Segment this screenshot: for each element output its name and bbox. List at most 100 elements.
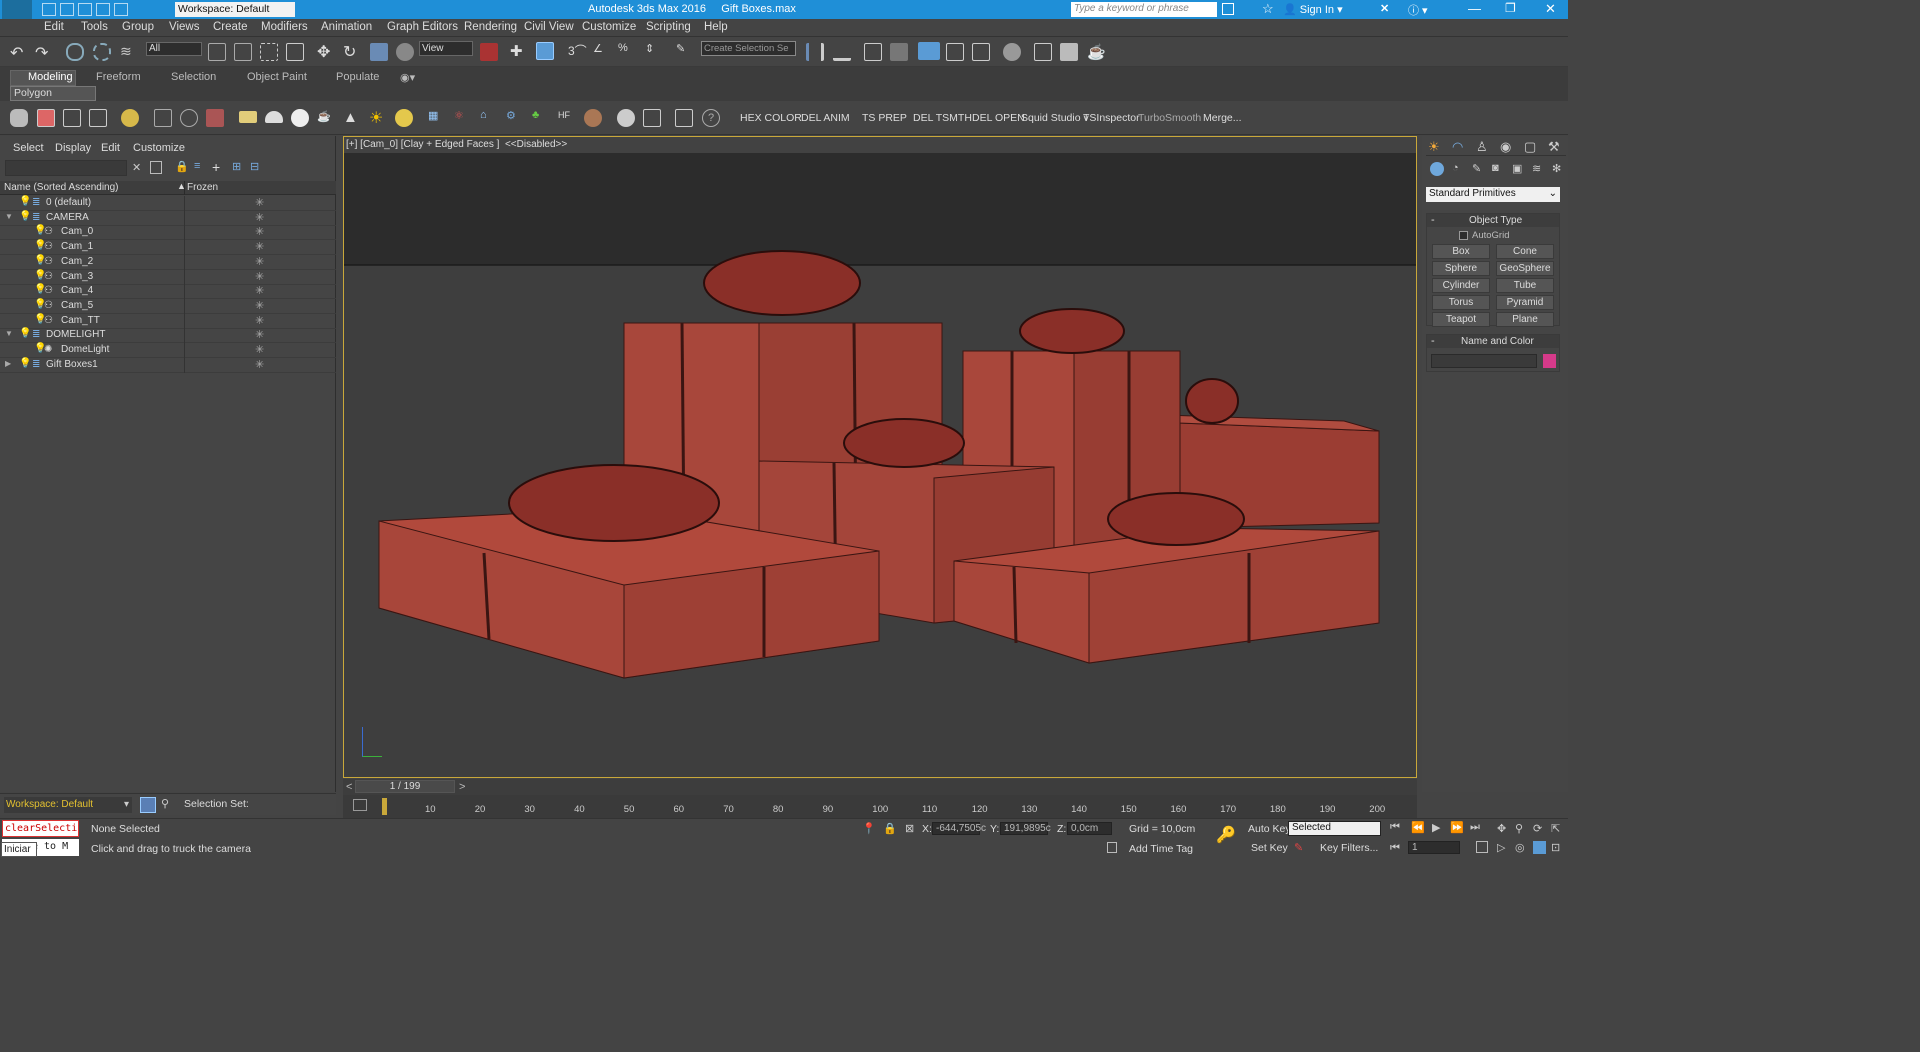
help-circle-icon[interactable]: ? — [702, 109, 720, 127]
layer-explorer-icon[interactable] — [864, 43, 882, 61]
frozen-toggle-icon[interactable]: ✳ — [255, 358, 264, 371]
primitive-cone-button[interactable]: Cone — [1496, 244, 1554, 259]
category-dropdown[interactable]: Standard Primitives ⌄ — [1426, 187, 1560, 202]
maximize-viewport-icon[interactable]: ⊡ — [1551, 841, 1560, 854]
prev-key-icon[interactable]: ⏪ — [1411, 821, 1425, 834]
teapot-icon[interactable] — [10, 109, 28, 127]
frozen-toggle-icon[interactable]: ✳ — [255, 196, 264, 209]
spinner-snap-icon[interactable]: ⇕ — [645, 42, 663, 60]
del-tsmth-button[interactable]: DEL TSMTH — [913, 112, 972, 124]
grid-dots-icon[interactable]: ▦ — [428, 109, 446, 127]
visibility-bulb-icon[interactable]: 💡 — [19, 196, 31, 207]
set-key-pencil-icon[interactable]: ✎ — [1294, 841, 1303, 854]
del-open-button[interactable]: DEL OPEN — [972, 112, 1025, 124]
save-file-icon[interactable] — [78, 3, 92, 16]
list-icon[interactable] — [63, 109, 81, 127]
key-filters-button[interactable]: Key Filters... — [1320, 842, 1378, 854]
scene-tree-row[interactable]: 💡 ⚇ Cam_3 ✳ — [0, 269, 336, 285]
scene-tree-row[interactable]: 💡 ⚇ Cam_4 ✳ — [0, 284, 336, 300]
minimize-button[interactable]: — — [1468, 1, 1481, 16]
sun-icon[interactable]: ☀ — [369, 108, 387, 127]
time-slider[interactable]: < 1 / 199 > — [343, 779, 1417, 795]
menu-views[interactable]: Views — [169, 21, 199, 33]
cameras-icon[interactable]: ◙ — [1492, 162, 1499, 174]
pan-icon[interactable]: ✥ — [1497, 822, 1506, 835]
move-icon[interactable]: ✥ — [317, 42, 335, 61]
sort-by-layer-icon[interactable] — [140, 797, 156, 813]
undo-icon[interactable] — [96, 3, 110, 16]
molecules-icon[interactable]: ⚛ — [454, 109, 472, 127]
rotate-icon[interactable]: ↻ — [343, 42, 361, 61]
rendered-frame-icon[interactable] — [1060, 43, 1078, 61]
autogrid-checkbox[interactable] — [1459, 231, 1468, 240]
next-frame-icon[interactable]: > — [459, 781, 465, 793]
hierarchy-icon[interactable]: ⊞ — [232, 160, 241, 173]
ref-coord-dropdown[interactable]: View — [419, 41, 473, 56]
material-editor-icon[interactable] — [1003, 43, 1021, 61]
scene-tree-row[interactable]: 💡 ⚇ Cam_2 ✳ — [0, 254, 336, 270]
hex-color-button[interactable]: HEX COLOR — [740, 112, 802, 124]
speaker-icon[interactable] — [180, 109, 198, 127]
menu-graph-editors[interactable]: Graph Editors — [387, 21, 458, 33]
primitive-pyramid-button[interactable]: Pyramid — [1496, 295, 1554, 310]
primitive-sphere-button[interactable]: Sphere — [1432, 261, 1490, 276]
maxscript-listener-input[interactable]: clearSelecti — [2, 820, 79, 837]
ribbon-tab-populate[interactable]: Populate — [336, 71, 379, 83]
scene-tree-row[interactable]: 💡 ⚇ Cam_TT ✳ — [0, 313, 336, 329]
frozen-toggle-icon[interactable]: ✳ — [255, 299, 264, 312]
auto-key-button[interactable]: Auto Key — [1248, 823, 1291, 835]
current-frame-field[interactable]: 1 — [1408, 841, 1460, 854]
orbit-icon[interactable]: ⟳ — [1533, 822, 1542, 835]
camera-icon[interactable] — [154, 109, 172, 127]
explorer-options-icon[interactable] — [150, 161, 162, 174]
table-icon[interactable] — [643, 109, 661, 127]
next-key-icon[interactable]: ⏩ — [1450, 821, 1464, 834]
frozen-toggle-icon[interactable]: ✳ — [255, 240, 264, 253]
viewport-label[interactable]: [+] [Cam_0] [Clay + Edged Faces ] <<Disa… — [346, 139, 567, 150]
frozen-toggle-icon[interactable]: ✳ — [255, 270, 264, 283]
column-frozen[interactable]: Frozen — [187, 182, 218, 193]
ribbon-tab-freeform[interactable]: Freeform — [96, 71, 141, 83]
scene-tree-row[interactable]: 💡 ⚇ Cam_5 ✳ — [0, 298, 336, 314]
scene-tree-row[interactable]: ▶ 💡 ≣ Gift Boxes1 ✳ — [0, 357, 336, 373]
maximize-button[interactable]: ❐ — [1505, 1, 1516, 15]
frozen-toggle-icon[interactable]: ✳ — [255, 225, 264, 238]
y-coordinate-field[interactable]: 191,9895c — [1000, 822, 1051, 835]
geometry-icon[interactable] — [1430, 162, 1444, 176]
menu-customize[interactable]: Customize — [582, 21, 636, 33]
scene-tree-row[interactable]: 💡 ⚇ Cam_0 ✳ — [0, 225, 336, 241]
key-mode-toggle-icon[interactable]: ⏮ — [1390, 842, 1400, 855]
motion-tab-icon[interactable]: ◉ — [1500, 139, 1511, 155]
polygon-modeling-tab[interactable]: Polygon Modeling — [10, 86, 96, 112]
undo-icon[interactable]: ↶ — [10, 43, 28, 62]
layer-select-icon[interactable]: ⊟ — [250, 160, 259, 173]
menu-scripting[interactable]: Scripting — [646, 21, 691, 33]
primitive-plane-button[interactable]: Plane — [1496, 312, 1554, 327]
track-bar[interactable]: 10 20 30 40 50 60 70 80 90 100 110 120 130 140 150 160 1… — [343, 795, 1417, 818]
pivot-icon[interactable] — [480, 43, 498, 61]
systems-icon[interactable]: ✻ — [1552, 162, 1561, 175]
primitive-cylinder-button[interactable]: Cylinder — [1432, 278, 1490, 293]
manipulate-icon[interactable]: ✚ — [510, 42, 528, 60]
explorer-menu-select[interactable]: Select — [13, 142, 44, 154]
roll-icon[interactable]: ◎ — [1515, 841, 1525, 854]
align-icon[interactable] — [833, 43, 851, 61]
open-file-icon[interactable] — [60, 3, 74, 16]
menu-civil-view[interactable]: Civil View — [524, 21, 574, 33]
frozen-toggle-icon[interactable]: ✳ — [255, 255, 264, 268]
window-crossing-icon[interactable] — [286, 43, 304, 61]
curve-editor-icon[interactable] — [946, 43, 964, 61]
workspace-selector[interactable]: Workspace: Default ▾ — [4, 797, 132, 813]
merge-button[interactable]: Merge... — [1203, 112, 1242, 124]
primitive-teapot-button[interactable]: Teapot — [1432, 312, 1490, 327]
create-tab-icon[interactable]: ☀ — [1428, 139, 1440, 155]
squid-studio-button[interactable]: Squid Studio v — [1021, 112, 1089, 124]
scale-icon[interactable] — [370, 43, 388, 61]
binoculars-icon[interactable] — [1222, 3, 1234, 15]
explorer-menu-display[interactable]: Display — [55, 142, 91, 154]
menu-group[interactable]: Group — [122, 21, 154, 33]
grid-icon[interactable] — [89, 109, 107, 127]
place-icon[interactable] — [396, 43, 414, 61]
shapes-icon[interactable]: ◔ — [1452, 162, 1459, 174]
key-icon[interactable]: 🔑 — [1216, 825, 1236, 845]
